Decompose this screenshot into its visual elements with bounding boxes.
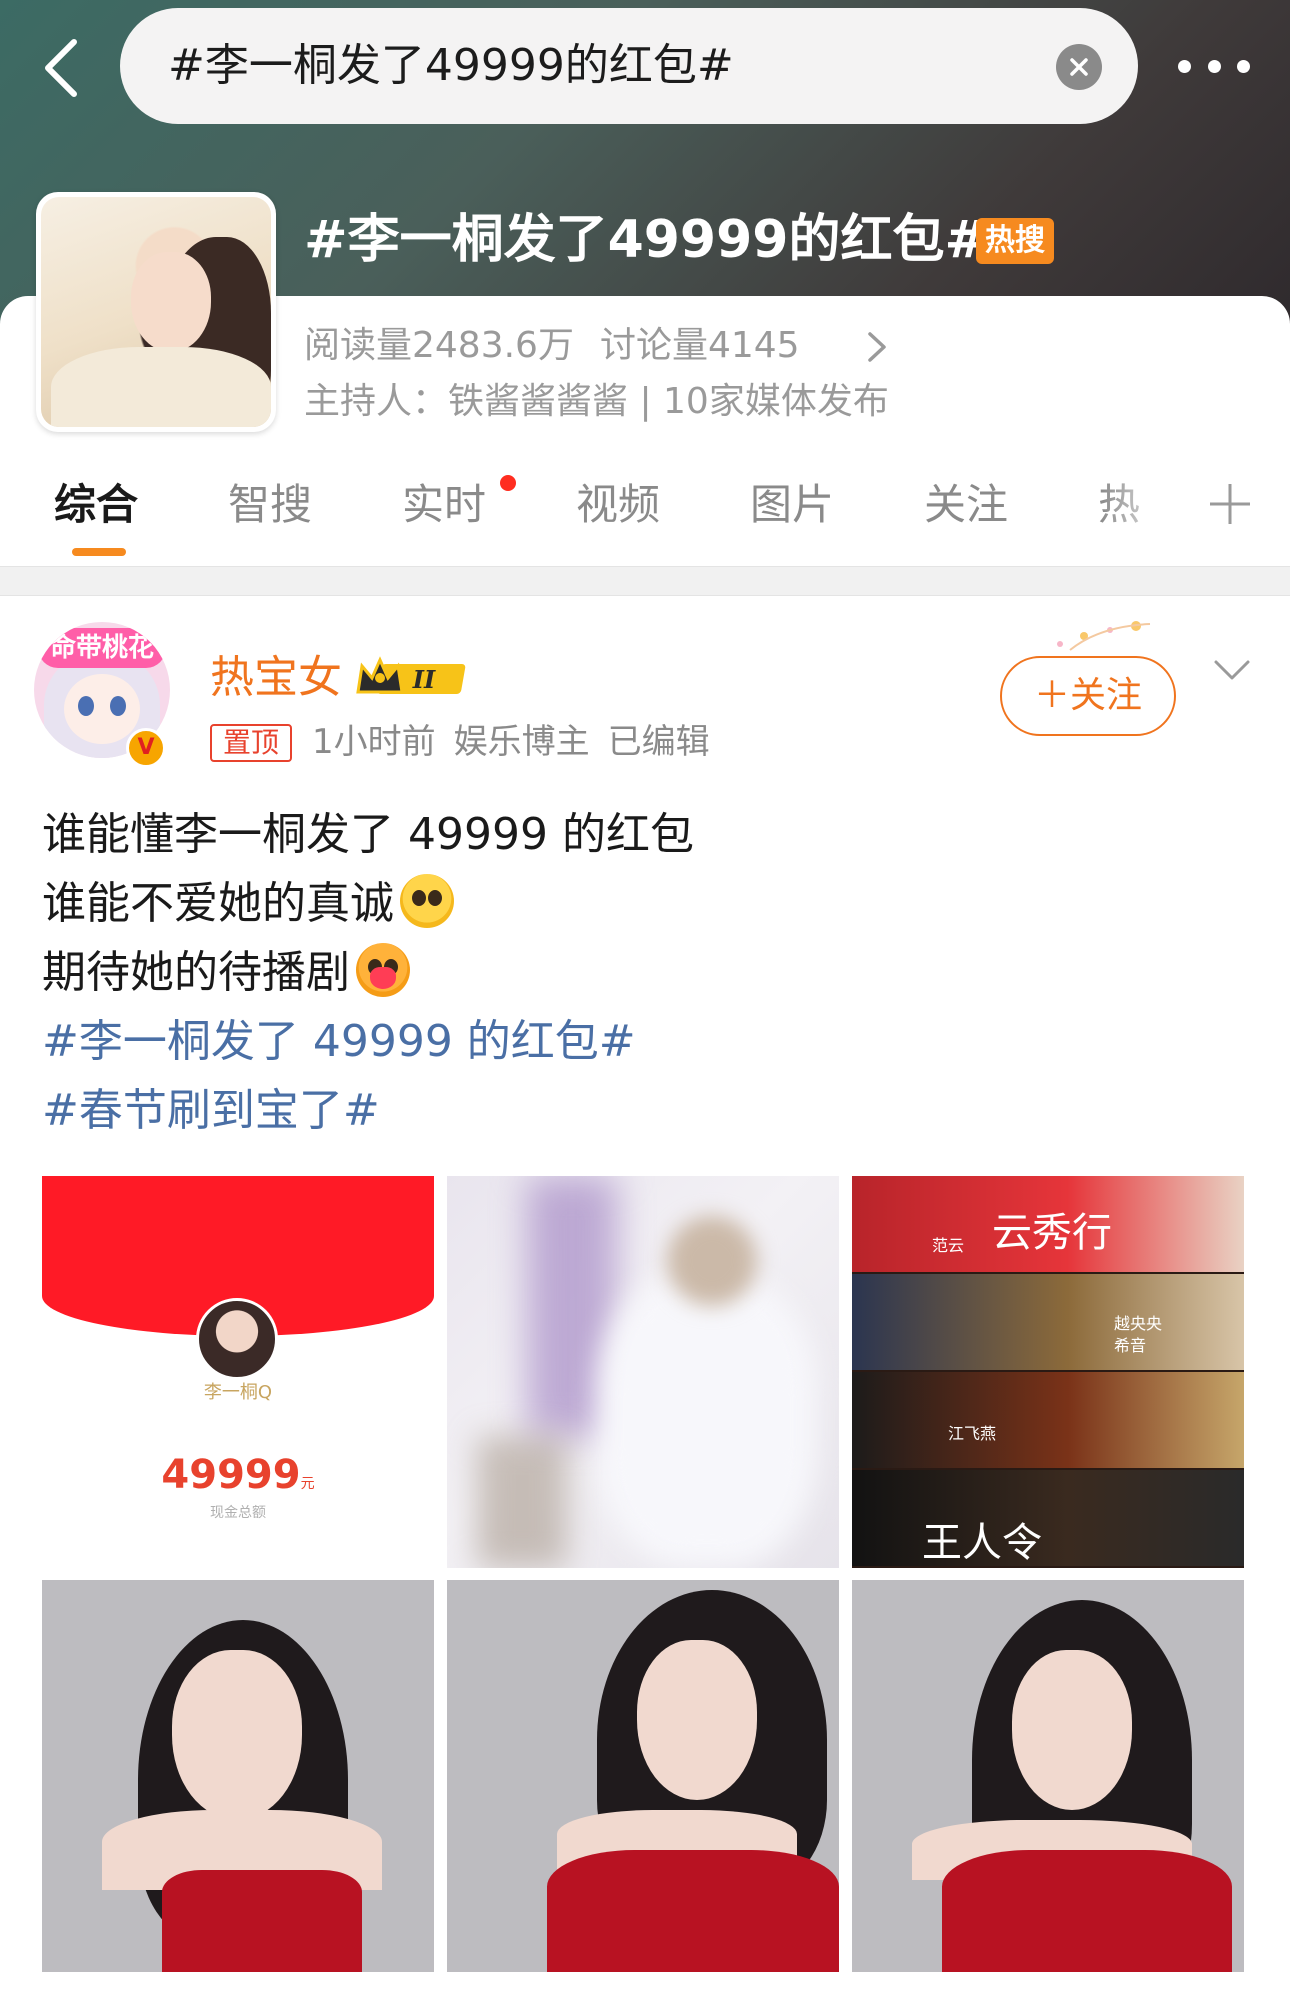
post-text-line: 期待她的待播剧 xyxy=(42,938,1242,1007)
tab-images[interactable]: 图片 xyxy=(750,470,834,540)
post-meta: 1小时前 娱乐博主 已编辑 xyxy=(312,718,710,766)
red-packet-label: 现金总额 xyxy=(210,1505,266,1521)
topic-host-info[interactable]: 主持人：铁酱酱酱酱 | 10家媒体发布 xyxy=(304,378,889,426)
chevron-right-icon[interactable] xyxy=(866,330,888,364)
white-dress-blur xyxy=(597,1276,817,1568)
photo-face xyxy=(637,1640,757,1800)
post-text-line: 谁能不爱她的真诚 xyxy=(42,869,1242,938)
heart-hug-emoji-icon xyxy=(356,943,410,997)
hot-search-badge: 热搜 xyxy=(976,218,1054,264)
back-button[interactable] xyxy=(28,28,92,108)
author-name[interactable]: 热宝女 xyxy=(210,648,342,708)
avatar-eye xyxy=(110,696,126,716)
search-query-text[interactable]: #李一桐发了49999的红包# xyxy=(168,8,734,124)
face-blur xyxy=(667,1216,757,1306)
topic-cover-photo xyxy=(41,197,271,427)
image-red-packet[interactable]: 李一桐Q 49999元 现金总额 xyxy=(42,1176,434,1568)
follow-button[interactable]: ＋关注 xyxy=(1000,656,1176,736)
more-dot-icon xyxy=(1207,59,1221,73)
section-divider xyxy=(0,566,1290,596)
avatar-frame-banner: 命带桃花 xyxy=(38,628,166,668)
image-red-dress-photo[interactable] xyxy=(852,1580,1244,1972)
post-text-line-1: 谁能懂李一桐发了 49999 的红包 xyxy=(42,809,694,860)
post-time: 1小时前 xyxy=(312,722,436,762)
tab-fade-overlay xyxy=(1100,470,1190,550)
member-crown-icon[interactable]: II xyxy=(354,652,472,702)
author-role: 娱乐博主 xyxy=(453,722,590,762)
image-drama-collage[interactable]: 云秀行 范云 越央央 希音 江飞燕 王人令 xyxy=(852,1176,1244,1568)
more-options-button[interactable] xyxy=(1178,38,1250,94)
pleading-face-emoji-icon xyxy=(400,874,454,928)
red-packet-amount: 49999元 xyxy=(42,1452,434,1498)
more-dot-icon xyxy=(1178,59,1191,73)
image-blurred-photo[interactable] xyxy=(447,1176,839,1568)
hashtag-link[interactable]: #春节刷到宝了# xyxy=(42,1076,1242,1145)
red-packet-unit: 元 xyxy=(300,1476,315,1492)
avatar-eye xyxy=(78,696,94,716)
tab-video[interactable]: 视频 xyxy=(576,470,660,540)
chevron-left-icon xyxy=(45,39,77,97)
photo-red-dress xyxy=(942,1850,1232,1972)
drama-title: 王人令 xyxy=(922,1520,1042,1566)
red-packet-name: 李一桐Q xyxy=(203,1382,273,1403)
topic-cover-image[interactable] xyxy=(36,192,276,432)
photo-face xyxy=(1012,1650,1132,1810)
photo-face xyxy=(172,1650,302,1820)
drama-character: 希音 xyxy=(1114,1336,1147,1355)
edited-label[interactable]: 已编辑 xyxy=(608,722,710,762)
red-packet-amount-value: 49999 xyxy=(161,1452,301,1498)
clear-search-button[interactable] xyxy=(1056,44,1102,90)
search-bar[interactable]: #李一桐发了49999的红包# xyxy=(120,8,1138,124)
tab-following[interactable]: 关注 xyxy=(924,470,1008,540)
post-text-line-2: 谁能不爱她的真诚 xyxy=(42,878,394,929)
chevron-down-icon[interactable] xyxy=(1212,650,1252,690)
photo-red-dress xyxy=(547,1850,839,1972)
sparkle-decoration-icon xyxy=(1057,621,1151,651)
topic-title: #李一桐发了49999的红包# xyxy=(304,210,989,270)
drama-character: 江飞燕 xyxy=(948,1424,997,1443)
avatar-face xyxy=(64,674,140,744)
shadow-blur xyxy=(477,1436,567,1568)
red-packet-avatar xyxy=(196,1298,278,1380)
active-tab-indicator xyxy=(72,548,126,556)
tab-realtime[interactable]: 实时 xyxy=(402,470,486,540)
cover-sweater xyxy=(51,347,271,427)
tab-smart-search[interactable]: 智搜 xyxy=(228,470,312,540)
tab-comprehensive[interactable]: 综合 xyxy=(54,470,138,540)
topic-stats[interactable]: 阅读量2483.6万 讨论量4145 xyxy=(304,322,800,370)
drama-band xyxy=(852,1372,1244,1468)
pinned-tag: 置顶 xyxy=(210,724,292,762)
post-text-line: 谁能懂李一桐发了 49999 的红包 xyxy=(42,800,1242,869)
image-red-dress-photo[interactable] xyxy=(42,1580,434,1972)
read-count: 阅读量2483.6万 xyxy=(304,325,574,366)
hashtag-link[interactable]: #李一桐发了 49999 的红包# xyxy=(42,1007,1242,1076)
drama-character: 范云 xyxy=(932,1236,965,1255)
photo-red-dress xyxy=(162,1870,362,1972)
realtime-notification-dot xyxy=(500,475,516,491)
image-red-dress-photo[interactable] xyxy=(447,1580,839,1972)
drama-band xyxy=(852,1274,1244,1370)
drama-character: 越央央 xyxy=(1114,1314,1163,1333)
post-body[interactable]: 谁能懂李一桐发了 49999 的红包 谁能不爱她的真诚 期待她的待播剧 #李一桐… xyxy=(42,800,1242,1145)
discussion-count: 讨论量4145 xyxy=(599,325,800,366)
verified-v-icon: V xyxy=(126,728,166,768)
cover-face xyxy=(131,252,211,352)
close-icon xyxy=(1070,58,1088,76)
plus-icon[interactable] xyxy=(1206,476,1254,532)
drama-band xyxy=(852,1470,1244,1566)
drama-title: 云秀行 xyxy=(992,1210,1112,1256)
tab-bar: 综合 智搜 实时 视频 图片 关注 热 xyxy=(0,470,1290,560)
member-level-text: II xyxy=(412,665,436,694)
more-dot-icon xyxy=(1237,59,1250,73)
post-text-line-3: 期待她的待播剧 xyxy=(42,947,350,998)
